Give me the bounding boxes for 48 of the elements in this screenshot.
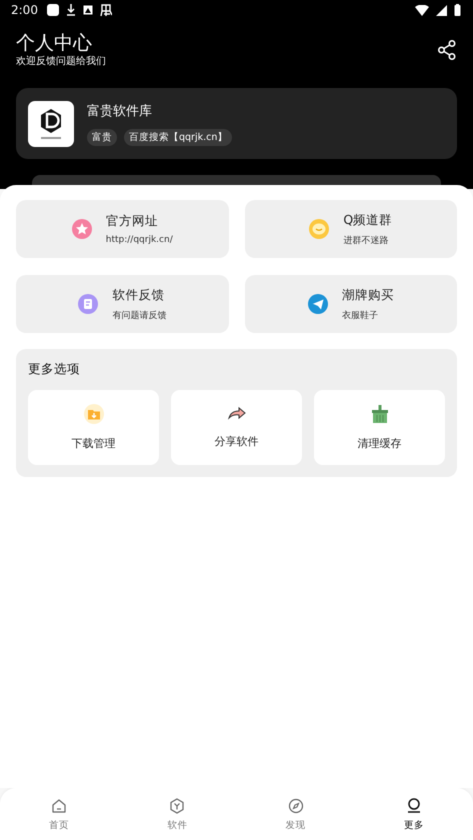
link-title: 潮牌购买: [342, 286, 394, 304]
compass-icon: [286, 797, 305, 815]
paper-plane-icon: [308, 294, 328, 314]
app-icon: [46, 4, 59, 16]
signal-icon: [436, 4, 447, 16]
download-icon: [66, 4, 76, 16]
nav-tab[interactable]: 更多: [354, 788, 473, 840]
link-card[interactable]: 潮牌购买 衣服鞋子: [244, 275, 457, 333]
page-subtitle: 欢迎反馈问题给我们: [16, 54, 107, 68]
option-label: 清理缓存: [358, 436, 402, 451]
link-subtitle: 进群不迷路: [343, 234, 390, 246]
arrow-icon: [226, 406, 246, 422]
broom-icon: [370, 404, 390, 424]
nav-tab[interactable]: 首页: [0, 788, 118, 840]
wifi-icon: [415, 4, 429, 16]
link-title: 官方网址: [106, 213, 159, 230]
profile-card[interactable]: 富贵软件库 富贵 百度搜索【qqrjk.cn】: [16, 88, 457, 159]
share-icon[interactable]: [438, 40, 456, 60]
page-title: 个人中心: [16, 32, 93, 54]
option-label: 分享软件: [214, 434, 258, 449]
option-tile[interactable]: 清理缓存: [314, 390, 445, 465]
note-icon: [78, 294, 98, 314]
link-subtitle: 有问题请反馈: [112, 310, 166, 322]
bug-icon: [100, 4, 112, 16]
link-subtitle: http://qqrjk.cn/: [106, 235, 173, 245]
option-tile[interactable]: 分享软件: [171, 390, 302, 465]
image-icon: [82, 5, 93, 15]
home-icon: [50, 797, 68, 815]
battery-icon: [454, 4, 461, 16]
link-card[interactable]: Q频道群 进群不迷路: [244, 200, 457, 258]
app-name: 富贵软件库: [87, 102, 153, 120]
section-title: 更多选项: [28, 361, 81, 378]
nav-tab[interactable]: 软件: [118, 788, 236, 840]
tag-chip: 富贵: [87, 128, 117, 146]
clock: 2:00: [11, 3, 38, 17]
link-card[interactable]: 官方网址 http://qqrjk.cn/: [16, 200, 228, 258]
chat-bubble-icon: [309, 219, 330, 239]
link-title: 软件反馈: [112, 286, 166, 304]
option-tile[interactable]: 下载管理: [28, 390, 159, 465]
link-card[interactable]: 软件反馈 有问题请反馈: [16, 275, 228, 333]
app-logo-icon: [28, 100, 74, 146]
link-title: Q频道群: [343, 212, 392, 228]
option-label: 下载管理: [72, 436, 116, 451]
cube-icon: [168, 797, 186, 815]
link-subtitle: 衣服鞋子: [342, 310, 379, 322]
folder-icon: [84, 404, 104, 424]
tag-chip: 百度搜索【qqrjk.cn】: [124, 128, 232, 146]
nav-tab[interactable]: 发现: [236, 788, 355, 840]
